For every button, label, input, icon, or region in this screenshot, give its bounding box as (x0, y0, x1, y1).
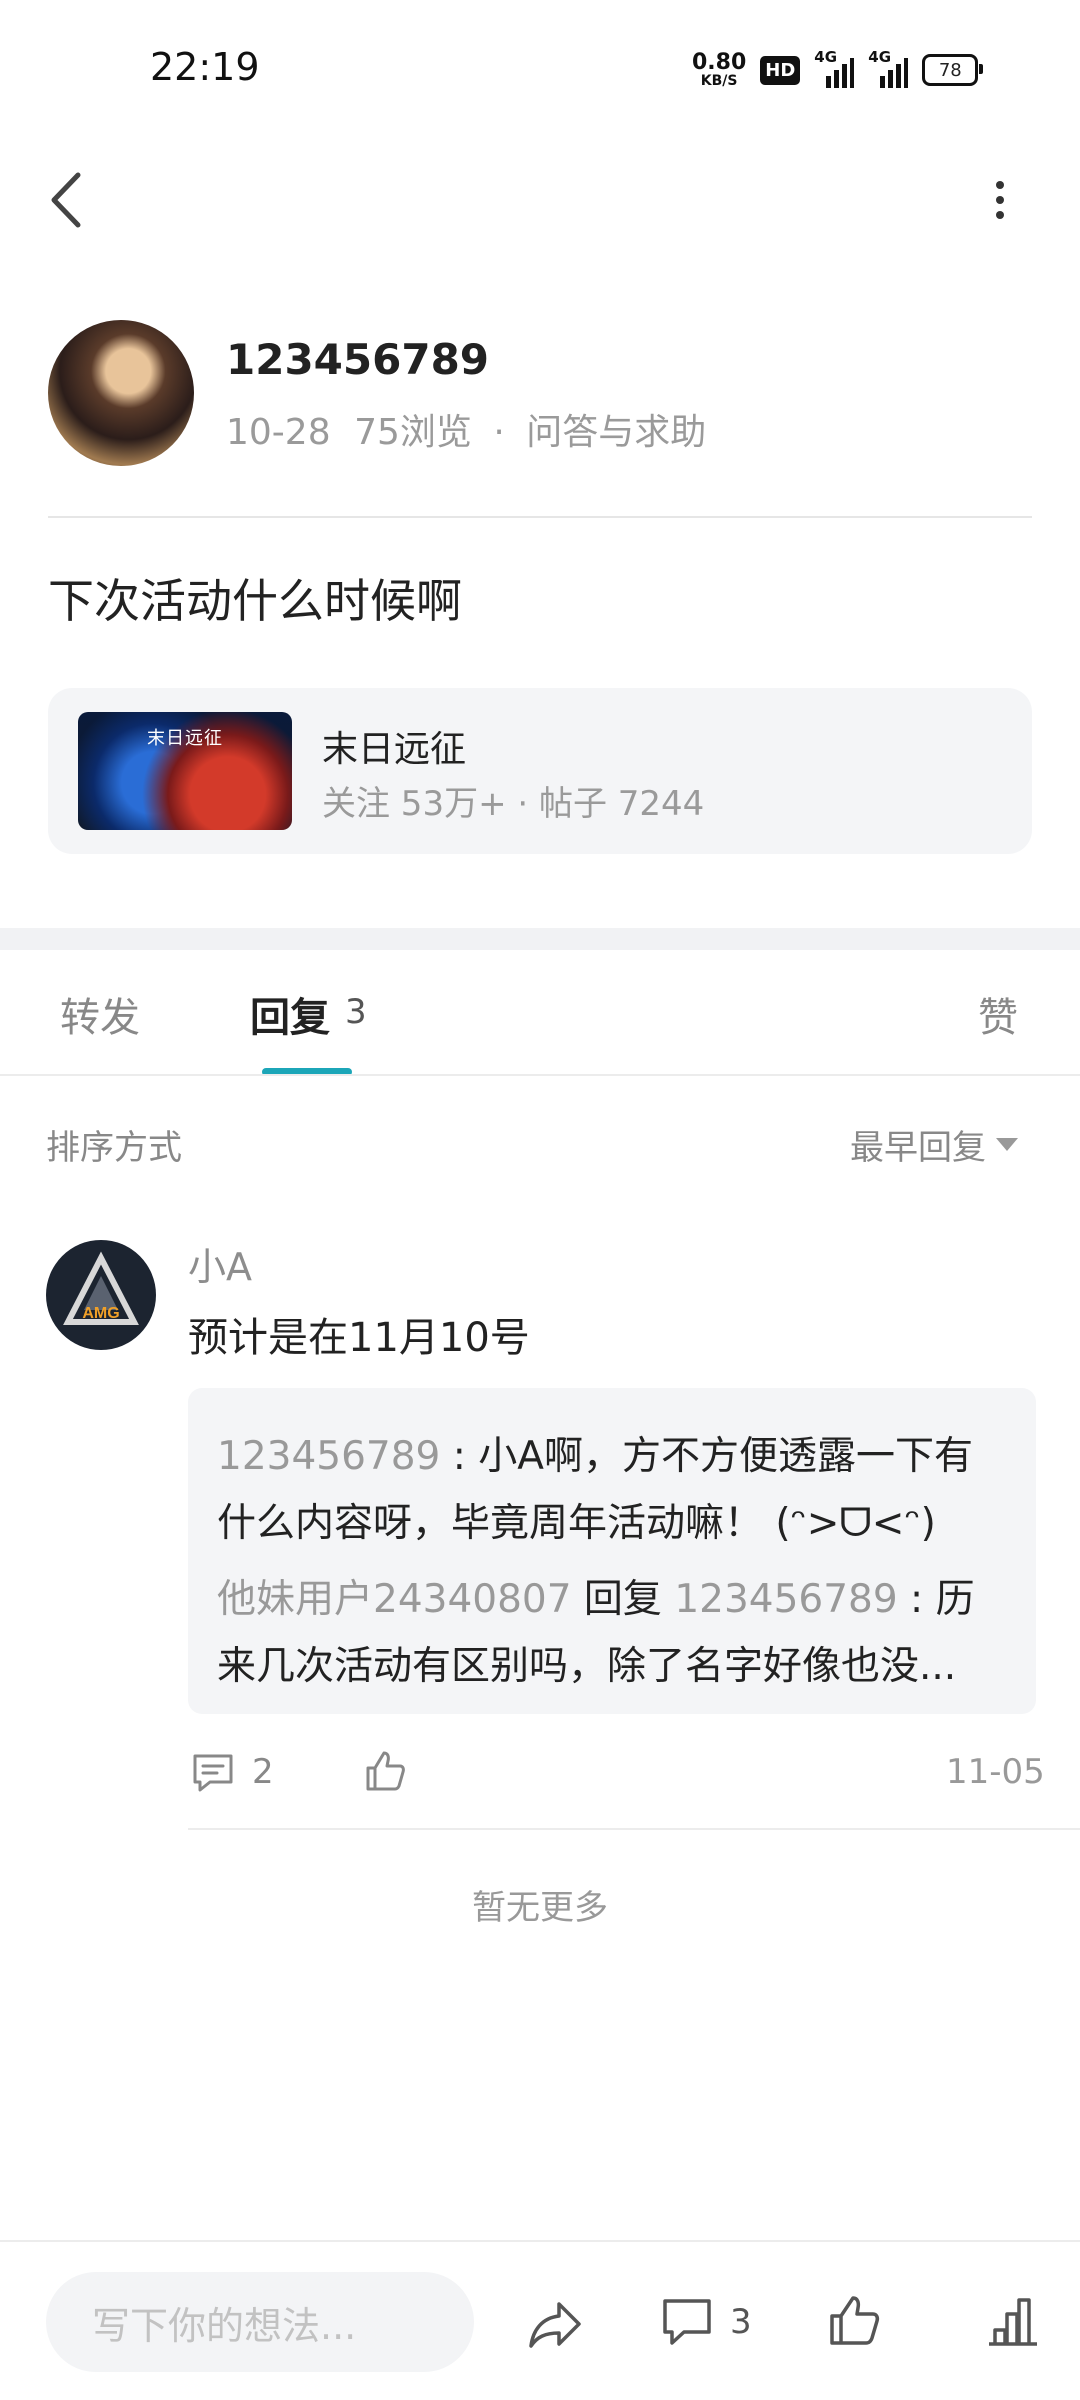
post-meta: 10-28 75浏览 · 问答与求助 (226, 403, 706, 455)
reply-text: 预计是在11月10号 (188, 1315, 530, 1361)
game-thumbnail: 末日远征 (78, 712, 292, 830)
sort-selected: 最早回复 (850, 1128, 986, 1168)
sub-reply-1-line-2: 什么内容呀，毕竟周年活动嘛！ (ᵔ>ᗜ<ᵔ) (217, 1501, 936, 1546)
signal-icon: 4G (814, 48, 855, 88)
sub-reply-user[interactable]: 他妹用户24340807 (217, 1577, 572, 1622)
thumbs-up-icon (366, 1751, 405, 1791)
bottom-like-button[interactable] (826, 2292, 882, 2348)
network-speed-value: 0.80 (692, 50, 747, 75)
status-icons: 0.80 KB/S HD 4G 4G 78 (692, 48, 984, 92)
comment-icon (663, 2299, 711, 2345)
divider (48, 516, 1032, 518)
comment-count: 2 (252, 1752, 274, 1792)
bar-chart-icon (989, 2298, 1037, 2346)
post-category[interactable]: 问答与求助 (526, 412, 706, 453)
game-thumb-logo: 末日远征 (147, 728, 223, 749)
bottom-comment-count: 3 (730, 2302, 752, 2342)
network-speed-unit: KB/S (700, 73, 738, 89)
bottom-comment-button[interactable] (660, 2296, 714, 2350)
reply-date: 11-05 (946, 1752, 1045, 1792)
game-name: 末日远征 (322, 729, 467, 770)
reply-author[interactable]: 小A (188, 1236, 252, 1291)
tab-reply-count: 3 (345, 992, 367, 1032)
reply-avatar[interactable]: AMG (46, 1240, 156, 1350)
stats-button[interactable] (985, 2294, 1041, 2350)
divider (0, 2240, 1080, 2242)
sub-reply-1-line-1: 123456789 : 小A啊，方不方便透露一下有 (217, 1434, 973, 1479)
share-button[interactable] (525, 2296, 585, 2352)
game-stats: 关注 53万+ · 帖子 7244 (322, 784, 705, 824)
status-time: 22:19 (150, 45, 260, 89)
sort-dropdown[interactable]: 最早回复 (850, 1120, 1018, 1169)
more-dot-icon (996, 196, 1004, 204)
amg-logo-icon: AMG (63, 1251, 139, 1325)
sub-reply-target[interactable]: 123456789 (674, 1577, 897, 1622)
tab-like[interactable]: 赞 (978, 985, 1018, 1043)
post-views: 75浏览 (354, 412, 472, 453)
tab-forward[interactable]: 转发 (60, 985, 140, 1043)
post-title: 下次活动什么时候啊 (48, 574, 462, 628)
section-gap (0, 928, 1080, 950)
sub-reply-user[interactable]: 123456789 (217, 1434, 440, 1479)
network-speed: 0.80 KB/S (692, 50, 747, 89)
divider (0, 1074, 1080, 1076)
author-avatar[interactable] (48, 320, 194, 466)
comment-icon (193, 1754, 233, 1792)
more-dot-icon (996, 181, 1004, 189)
comment-input[interactable]: 写下你的想法... (46, 2272, 474, 2372)
no-more-label: 暂无更多 (472, 1888, 608, 1928)
author-name[interactable]: 123456789 (226, 335, 489, 384)
tab-reply[interactable]: 回复 (250, 985, 330, 1043)
sort-label: 排序方式 (46, 1128, 182, 1168)
comment-input-placeholder: 写下你的想法... (92, 2303, 357, 2348)
svg-text:AMG: AMG (82, 1305, 119, 1322)
divider (188, 1828, 1080, 1830)
more-options-button[interactable] (980, 170, 1020, 230)
thumbs-up-icon (830, 2296, 880, 2345)
more-dot-icon (996, 211, 1004, 219)
back-button[interactable] (40, 165, 100, 235)
share-icon (529, 2302, 581, 2348)
like-button[interactable] (362, 1748, 408, 1794)
hd-icon: HD (760, 55, 801, 85)
caret-down-icon (996, 1138, 1018, 1151)
chevron-left-icon (51, 172, 81, 228)
sub-reply-2-line-1: 他妹用户24340807 回复 123456789 : 历 (217, 1577, 975, 1622)
battery-icon: 78 (922, 54, 984, 86)
comment-button[interactable] (190, 1750, 236, 1796)
sub-reply-2-line-2: 来几次活动有区别吗，除了名字好像也没... (217, 1644, 957, 1689)
signal-icon-2: 4G (868, 48, 909, 88)
meta-separator: · (493, 412, 505, 453)
post-date: 10-28 (226, 412, 331, 453)
